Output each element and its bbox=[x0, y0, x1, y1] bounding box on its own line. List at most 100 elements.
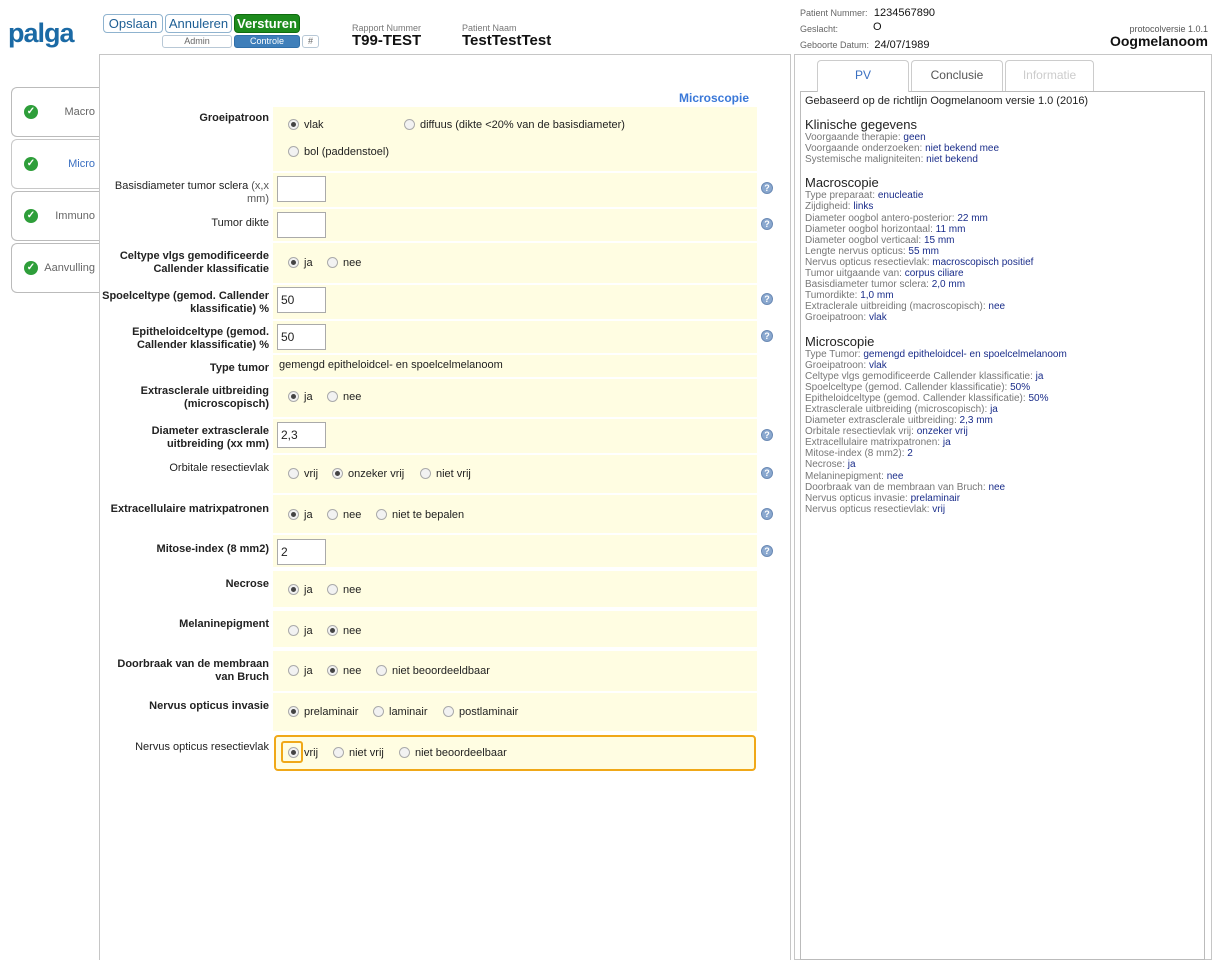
report-key: Voorgaande onderzoeken: bbox=[805, 143, 923, 155]
radio-matrix-nee[interactable]: nee bbox=[327, 509, 361, 521]
radio-icon[interactable] bbox=[333, 747, 344, 758]
help-icon[interactable]: ? bbox=[761, 429, 773, 441]
report-line: Basisdiameter tumor sclera: 2,0 mm bbox=[805, 279, 1200, 290]
radio-icon[interactable] bbox=[288, 665, 299, 676]
tab-informatie[interactable]: Informatie bbox=[1005, 60, 1094, 91]
diameter-extra-input[interactable] bbox=[277, 422, 326, 448]
help-icon[interactable]: ? bbox=[761, 508, 773, 520]
report-line: Melaninepigment: nee bbox=[805, 471, 1200, 482]
label-melanine: Melaninepigment bbox=[179, 618, 269, 630]
tab-pv[interactable]: PV bbox=[817, 60, 909, 92]
tab-conclusie[interactable]: Conclusie bbox=[911, 60, 1003, 91]
radio-resectievlak-niet-beoordeelbaar[interactable]: niet beoordeelbaar bbox=[399, 747, 507, 759]
report-value: links bbox=[853, 201, 874, 213]
check-icon: ✓ bbox=[24, 261, 38, 275]
radio-doorbraak-nee[interactable]: nee bbox=[327, 665, 361, 677]
radio-icon[interactable] bbox=[373, 706, 384, 717]
report-line: Nervus opticus resectievlak: macroscopis… bbox=[805, 257, 1200, 268]
control-button[interactable]: Controle bbox=[234, 35, 300, 48]
radio-icon[interactable] bbox=[288, 747, 299, 758]
radio-melanine-ja[interactable]: ja bbox=[288, 625, 313, 637]
radio-icon[interactable] bbox=[327, 584, 338, 595]
radio-extrasclerale-nee[interactable]: nee bbox=[327, 391, 361, 403]
radio-celtype-nee[interactable]: nee bbox=[327, 257, 361, 269]
radio-icon[interactable] bbox=[288, 509, 299, 520]
spoelceltype-input[interactable] bbox=[277, 287, 326, 313]
radio-icon[interactable] bbox=[420, 468, 431, 479]
hash-button[interactable]: # bbox=[302, 35, 319, 48]
radio-icon[interactable] bbox=[288, 146, 299, 157]
report-value: ja bbox=[942, 437, 951, 449]
radio-icon[interactable] bbox=[327, 391, 338, 402]
radio-icon[interactable] bbox=[288, 584, 299, 595]
radio-icon[interactable] bbox=[404, 119, 415, 130]
radio-icon[interactable] bbox=[288, 706, 299, 717]
radio-groeipatroon-bol[interactable]: bol (paddenstoel) bbox=[288, 146, 389, 158]
mitose-input[interactable] bbox=[277, 539, 326, 565]
radio-groeipatroon-diffuus[interactable]: diffuus (dikte <20% van de basisdiameter… bbox=[404, 119, 625, 131]
radio-icon[interactable] bbox=[327, 509, 338, 520]
radio-icon[interactable] bbox=[327, 257, 338, 268]
basisdiameter-input[interactable] bbox=[277, 176, 326, 202]
report-value: ja bbox=[847, 459, 856, 471]
radio-icon[interactable] bbox=[376, 509, 387, 520]
admin-button[interactable]: Admin bbox=[162, 35, 232, 48]
radio-doorbraak-ja[interactable]: ja bbox=[288, 665, 313, 677]
radio-necrose-nee[interactable]: nee bbox=[327, 584, 361, 596]
help-icon[interactable]: ? bbox=[761, 467, 773, 479]
radio-icon[interactable] bbox=[288, 257, 299, 268]
help-icon[interactable]: ? bbox=[761, 545, 773, 557]
radio-icon[interactable] bbox=[332, 468, 343, 479]
label-basisdiameter-main: Basisdiameter tumor sclera bbox=[114, 180, 249, 192]
help-icon[interactable]: ? bbox=[761, 182, 773, 194]
row-mitose bbox=[273, 535, 757, 567]
report-key: Nervus opticus invasie: bbox=[805, 492, 908, 504]
tab-immuno[interactable]: ✓ Immuno bbox=[11, 191, 99, 241]
patient-number-label: Patient Nummer: bbox=[800, 8, 868, 18]
option-label: vrij bbox=[304, 468, 319, 480]
radio-orbitale-vrij[interactable]: vrij bbox=[288, 468, 318, 480]
radio-matrix-ja[interactable]: ja bbox=[288, 509, 313, 521]
radio-necrose-ja[interactable]: ja bbox=[288, 584, 313, 596]
send-button[interactable]: Versturen bbox=[234, 14, 300, 33]
label-invasie: Nervus opticus invasie bbox=[149, 700, 269, 712]
radio-celtype-ja[interactable]: ja bbox=[288, 257, 313, 269]
help-icon[interactable]: ? bbox=[761, 218, 773, 230]
radio-groeipatroon-vlak[interactable]: vlak bbox=[288, 119, 324, 131]
radio-orbitale-niet-vrij[interactable]: niet vrij bbox=[420, 468, 471, 480]
radio-icon[interactable] bbox=[376, 665, 387, 676]
radio-icon[interactable] bbox=[399, 747, 410, 758]
report-value: 2,3 mm bbox=[959, 415, 993, 427]
radio-icon[interactable] bbox=[327, 625, 338, 636]
tumor-dikte-input[interactable] bbox=[277, 212, 326, 238]
radio-invasie-postlaminair[interactable]: postlaminair bbox=[443, 706, 518, 718]
radio-extrasclerale-ja[interactable]: ja bbox=[288, 391, 313, 403]
tab-micro[interactable]: ✓ Micro bbox=[11, 139, 99, 189]
report-key: Diameter extrasclerale uitbreiding: bbox=[805, 415, 957, 427]
radio-icon[interactable] bbox=[443, 706, 454, 717]
radio-icon[interactable] bbox=[327, 665, 338, 676]
radio-orbitale-onzeker[interactable]: onzeker vrij bbox=[332, 468, 404, 480]
cancel-button[interactable]: Annuleren bbox=[165, 14, 232, 33]
radio-matrix-niet-te-bepalen[interactable]: niet te bepalen bbox=[376, 509, 464, 521]
tab-aanvulling[interactable]: ✓ Aanvulling bbox=[11, 243, 99, 293]
radio-melanine-nee[interactable]: nee bbox=[327, 625, 361, 637]
radio-invasie-laminair[interactable]: laminair bbox=[373, 706, 428, 718]
epitheloidceltype-input[interactable] bbox=[277, 324, 326, 350]
option-label: postlaminair bbox=[459, 706, 519, 718]
help-icon[interactable]: ? bbox=[761, 293, 773, 305]
radio-icon[interactable] bbox=[288, 119, 299, 130]
save-button[interactable]: Opslaan bbox=[103, 14, 163, 33]
radio-icon[interactable] bbox=[288, 468, 299, 479]
help-icon[interactable]: ? bbox=[761, 330, 773, 342]
radio-invasie-prelaminair[interactable]: prelaminair bbox=[288, 706, 358, 718]
tab-macro[interactable]: ✓ Macro bbox=[11, 87, 99, 137]
radio-icon[interactable] bbox=[288, 625, 299, 636]
label-resectievlak: Nervus opticus resectievlak bbox=[135, 741, 269, 753]
radio-icon[interactable] bbox=[288, 391, 299, 402]
radio-resectievlak-vrij[interactable]: vrij bbox=[288, 747, 318, 759]
report-content: Gebaseerd op de richtlijn Oogmelanoom ve… bbox=[800, 91, 1205, 960]
tab-label: Aanvulling bbox=[44, 262, 95, 274]
radio-doorbraak-niet-beoordeeldbaar[interactable]: niet beoordeeldbaar bbox=[376, 665, 490, 677]
radio-resectievlak-niet-vrij[interactable]: niet vrij bbox=[333, 747, 384, 759]
